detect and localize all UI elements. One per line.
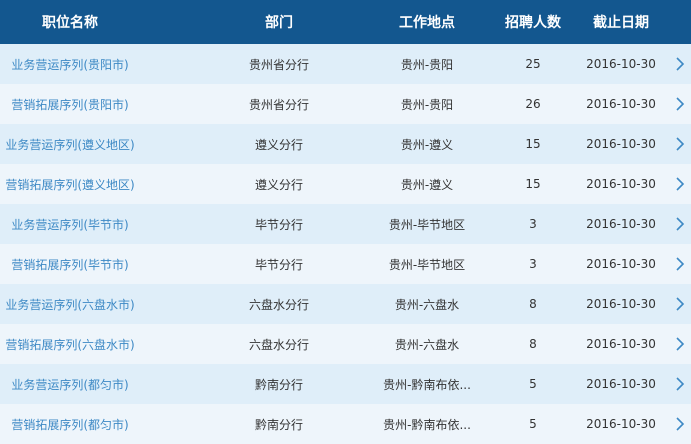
job-title-link[interactable]: 营销拓展序列(毕节市) xyxy=(0,256,140,273)
count-cell: 3 xyxy=(529,257,537,271)
department-cell: 六盘水分行 xyxy=(248,337,309,352)
count-cell: 26 xyxy=(525,97,541,111)
job-title-link[interactable]: 营销拓展序列(贵阳市) xyxy=(0,96,140,113)
chevron-right-icon[interactable] xyxy=(669,97,691,111)
job-title-link[interactable]: 营销拓展序列(都匀市) xyxy=(0,416,140,433)
department-cell: 毕节分行 xyxy=(254,257,303,272)
table-row[interactable]: 业务营运序列(毕节市) 毕节分行 贵州-毕节地区 3 2016-10-30 xyxy=(0,204,691,244)
column-header-title: 职位名称 xyxy=(42,15,98,31)
table-row[interactable]: 营销拓展序列(贵阳市) 贵州省分行 贵州-贵阳 26 2016-10-30 xyxy=(0,84,691,124)
location-cell: 贵州-贵阳 xyxy=(400,57,454,72)
count-cell: 5 xyxy=(529,377,537,391)
location-cell: 贵州-毕节地区 xyxy=(388,257,466,272)
chevron-right-icon[interactable] xyxy=(669,377,691,391)
chevron-right-icon[interactable] xyxy=(669,137,691,151)
column-header-department: 部门 xyxy=(265,15,293,31)
job-title-link[interactable]: 营销拓展序列(遵义地区) xyxy=(0,176,140,193)
chevron-right-icon[interactable] xyxy=(669,177,691,191)
deadline-cell: 2016-10-30 xyxy=(586,177,656,191)
deadline-cell: 2016-10-30 xyxy=(586,297,656,311)
count-cell: 8 xyxy=(529,297,537,311)
department-cell: 六盘水分行 xyxy=(248,297,309,312)
job-listing-table: 职位名称 部门 工作地点 招聘人数 截止日期 业务营运序列(贵阳市) 贵州省分行… xyxy=(0,0,691,444)
deadline-cell: 2016-10-30 xyxy=(586,337,656,351)
job-title-link[interactable]: 业务营运序列(毕节市) xyxy=(0,216,140,233)
location-cell: 贵州-贵阳 xyxy=(400,97,454,112)
table-row[interactable]: 营销拓展序列(毕节市) 毕节分行 贵州-毕节地区 3 2016-10-30 xyxy=(0,244,691,284)
table-row[interactable]: 营销拓展序列(都匀市) 黔南分行 贵州-黔南布依... 5 2016-10-30 xyxy=(0,404,691,444)
count-cell: 15 xyxy=(525,137,541,151)
location-cell: 贵州-黔南布依... xyxy=(383,377,471,392)
count-cell: 15 xyxy=(525,177,541,191)
table-row[interactable]: 营销拓展序列(六盘水市) 六盘水分行 贵州-六盘水 8 2016-10-30 xyxy=(0,324,691,364)
table-body: 业务营运序列(贵阳市) 贵州省分行 贵州-贵阳 25 2016-10-30 营销… xyxy=(0,44,691,444)
deadline-cell: 2016-10-30 xyxy=(586,377,656,391)
job-title-link[interactable]: 营销拓展序列(六盘水市) xyxy=(0,336,140,353)
deadline-cell: 2016-10-30 xyxy=(586,217,656,231)
department-cell: 黔南分行 xyxy=(254,417,303,432)
table-header: 职位名称 部门 工作地点 招聘人数 截止日期 xyxy=(0,0,691,44)
department-cell: 黔南分行 xyxy=(254,377,303,392)
location-cell: 贵州-六盘水 xyxy=(394,297,460,312)
location-cell: 贵州-遵义 xyxy=(400,137,454,152)
location-cell: 贵州-遵义 xyxy=(400,177,454,192)
table-row[interactable]: 业务营运序列(六盘水市) 六盘水分行 贵州-六盘水 8 2016-10-30 xyxy=(0,284,691,324)
deadline-cell: 2016-10-30 xyxy=(586,97,656,111)
job-title-link[interactable]: 业务营运序列(都匀市) xyxy=(0,376,140,393)
location-cell: 贵州-黔南布依... xyxy=(383,417,471,432)
department-cell: 贵州省分行 xyxy=(248,57,309,72)
chevron-right-icon[interactable] xyxy=(669,217,691,231)
count-cell: 8 xyxy=(529,337,537,351)
deadline-cell: 2016-10-30 xyxy=(586,417,656,431)
department-cell: 毕节分行 xyxy=(254,217,303,232)
table-row[interactable]: 业务营运序列(贵阳市) 贵州省分行 贵州-贵阳 25 2016-10-30 xyxy=(0,44,691,84)
table-row[interactable]: 业务营运序列(都匀市) 黔南分行 贵州-黔南布依... 5 2016-10-30 xyxy=(0,364,691,404)
location-cell: 贵州-六盘水 xyxy=(394,337,460,352)
count-cell: 25 xyxy=(525,57,541,71)
job-title-link[interactable]: 业务营运序列(遵义地区) xyxy=(0,136,140,153)
chevron-right-icon[interactable] xyxy=(669,337,691,351)
column-header-count: 招聘人数 xyxy=(505,15,561,31)
deadline-cell: 2016-10-30 xyxy=(586,257,656,271)
chevron-right-icon[interactable] xyxy=(669,297,691,311)
deadline-cell: 2016-10-30 xyxy=(586,57,656,71)
department-cell: 遵义分行 xyxy=(254,177,303,192)
chevron-right-icon[interactable] xyxy=(669,257,691,271)
column-header-deadline: 截止日期 xyxy=(593,15,649,31)
location-cell: 贵州-毕节地区 xyxy=(388,217,466,232)
chevron-right-icon[interactable] xyxy=(669,417,691,431)
column-header-location: 工作地点 xyxy=(399,15,455,31)
count-cell: 3 xyxy=(529,217,537,231)
table-row[interactable]: 业务营运序列(遵义地区) 遵义分行 贵州-遵义 15 2016-10-30 xyxy=(0,124,691,164)
chevron-right-icon[interactable] xyxy=(669,57,691,71)
department-cell: 贵州省分行 xyxy=(248,97,309,112)
table-row[interactable]: 营销拓展序列(遵义地区) 遵义分行 贵州-遵义 15 2016-10-30 xyxy=(0,164,691,204)
count-cell: 5 xyxy=(529,417,537,431)
department-cell: 遵义分行 xyxy=(254,137,303,152)
job-title-link[interactable]: 业务营运序列(六盘水市) xyxy=(0,296,140,313)
job-title-link[interactable]: 业务营运序列(贵阳市) xyxy=(0,56,140,73)
deadline-cell: 2016-10-30 xyxy=(586,137,656,151)
